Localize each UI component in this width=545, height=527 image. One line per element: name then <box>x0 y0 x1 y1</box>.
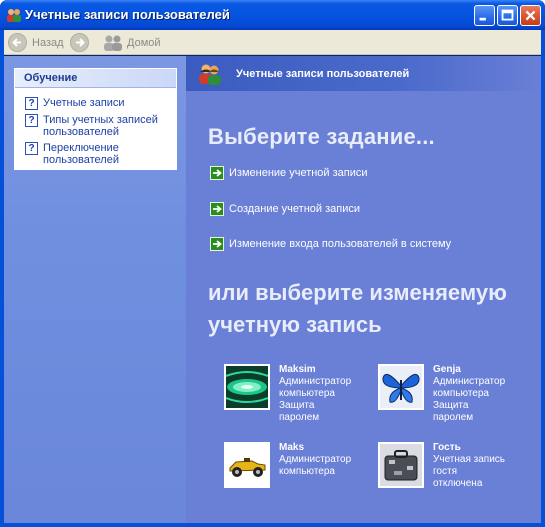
account-detail: паролем <box>433 412 474 423</box>
pane-header: Учетные записи пользователей <box>186 56 541 91</box>
main-content: Обучение ? Учетные записи ? Типы учетных… <box>4 56 541 523</box>
account-tile-maksim[interactable]: Maksim Администратор компьютера Защита п… <box>224 364 351 424</box>
close-icon <box>525 10 536 21</box>
race-car-picture <box>226 444 268 486</box>
accounts-heading-line1: или выберите изменяемую <box>208 280 507 305</box>
home-users-icon <box>104 35 122 51</box>
user-accounts-icon <box>199 64 221 85</box>
account-name: Гость <box>433 442 461 453</box>
right-pane: Учетные записи пользователей Выберите за… <box>186 56 541 523</box>
account-detail: Администратор <box>279 376 352 387</box>
help-icon: ? <box>25 114 38 127</box>
account-name: Maks <box>279 442 305 453</box>
account-detail: Защита <box>433 400 469 411</box>
maximize-button[interactable] <box>497 5 518 26</box>
account-name: Genja <box>433 364 461 375</box>
sidebar-item-label: Типы учетных записей пользователей <box>43 114 158 138</box>
learn-about-title: Обучение <box>15 69 176 88</box>
back-arrow-icon <box>8 33 27 52</box>
forward-arrow-icon <box>70 33 89 52</box>
task-label: Изменение входа пользователей в систему <box>229 238 452 250</box>
forward-button[interactable] <box>70 32 89 53</box>
account-detail: Администратор <box>279 454 352 465</box>
account-detail: отключена <box>433 478 483 489</box>
green-arrow-icon <box>210 237 224 251</box>
suitcase-picture <box>380 444 422 486</box>
account-info: Maksim Администратор компьютера Защита п… <box>279 364 351 424</box>
task-label: Изменение учетной записи <box>229 167 368 179</box>
maximize-icon <box>501 9 514 21</box>
sidebar-item-fast-user-switching[interactable]: ? Переключение пользователей <box>25 142 145 166</box>
window-border-right <box>541 30 545 527</box>
account-detail: Защита <box>279 400 315 411</box>
account-detail: компьютера <box>279 466 335 477</box>
green-arrow-icon <box>210 166 224 180</box>
page-title: Выберите задание... <box>208 124 435 149</box>
account-info: Гость Учетная запись гостя отключена <box>433 442 505 490</box>
window-border-bottom <box>0 523 545 527</box>
user-accounts-icon <box>7 9 21 22</box>
accounts-heading-line2: учетную запись <box>208 312 382 337</box>
account-detail: компьютера <box>279 388 335 399</box>
account-picture <box>224 442 270 488</box>
account-info: Maks Администратор компьютера <box>279 442 351 488</box>
task-change-logon[interactable]: Изменение входа пользователей в систему <box>210 237 451 251</box>
help-icon: ? <box>25 97 38 110</box>
account-tile-maks[interactable]: Maks Администратор компьютера <box>224 442 351 488</box>
account-info: Genja Администратор компьютера Защита па… <box>433 364 505 424</box>
account-picture <box>224 364 270 410</box>
back-label: Назад <box>32 36 64 49</box>
account-name: Maksim <box>279 364 316 375</box>
back-button[interactable]: Назад <box>8 32 64 53</box>
account-picture <box>378 364 424 410</box>
minimize-button[interactable] <box>474 5 495 26</box>
butterfly-picture <box>380 366 422 408</box>
pane-header-title: Учетные записи пользователей <box>236 68 410 80</box>
task-label: Создание учетной записи <box>229 203 360 215</box>
navigation-toolbar: Назад Домой <box>4 30 541 55</box>
window-title: Учетные записи пользователей <box>25 7 230 22</box>
account-detail: Учетная запись <box>433 454 506 465</box>
sidebar-item-account-types[interactable]: ? Типы учетных записей пользователей <box>25 114 173 138</box>
home-label: Домой <box>127 36 161 49</box>
account-detail: паролем <box>279 412 320 423</box>
close-button[interactable] <box>520 5 541 26</box>
title-bar[interactable]: Учетные записи пользователей <box>0 0 545 30</box>
green-arrow-icon <box>210 202 224 216</box>
minimize-icon <box>479 17 486 21</box>
account-picture <box>378 442 424 488</box>
green-swirl-picture <box>226 366 268 408</box>
home-button[interactable]: Домой <box>102 32 161 53</box>
account-detail: Администратор <box>433 376 506 387</box>
account-tile-genja[interactable]: Genja Администратор компьютера Защита па… <box>378 364 505 424</box>
task-create-account[interactable]: Создание учетной записи <box>210 202 360 216</box>
left-task-pane: Обучение ? Учетные записи ? Типы учетных… <box>4 56 186 523</box>
sidebar-item-label: Переключение пользователей <box>43 142 119 166</box>
task-change-account[interactable]: Изменение учетной записи <box>210 166 368 180</box>
user-accounts-window: Учетные записи пользователей Назад Домой… <box>0 0 545 527</box>
sidebar-item-label: Учетные записи <box>43 97 125 109</box>
learn-about-panel: Обучение ? Учетные записи ? Типы учетных… <box>14 68 177 170</box>
account-detail: гостя <box>433 466 457 477</box>
account-tile-guest[interactable]: Гость Учетная запись гостя отключена <box>378 442 505 490</box>
sidebar-item-user-accounts[interactable]: ? Учетные записи <box>25 97 125 110</box>
account-detail: компьютера <box>433 388 489 399</box>
help-icon: ? <box>25 142 38 155</box>
